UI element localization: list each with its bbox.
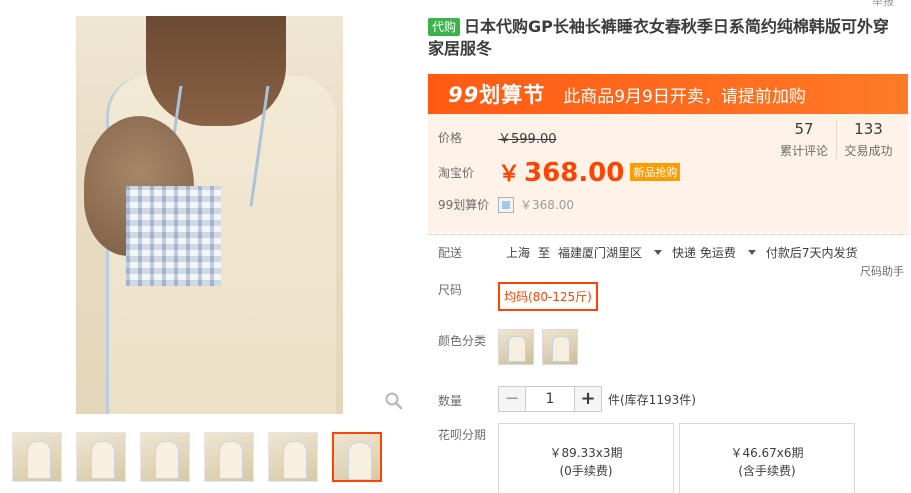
daigou-badge: 代购 [428,18,461,36]
shipping-label: 配送 [438,246,463,260]
product-title-text: 日本代购GP长袖长裤睡衣女春秋季日系简约纯棉韩版可外穿家居服冬 [428,17,889,58]
delivery-select[interactable]: 快递 免运费 [672,244,766,261]
price-label: 价格 [438,131,463,145]
chevron-down-icon [654,250,663,255]
broken-image-icon [498,196,514,213]
product-page: 举报 代购 日本代购GP长袖长裤睡衣女春秋季日系简约纯棉韩版可外穿家居服冬 99划… [0,0,911,493]
installment-option-1[interactable]: ￥89.33x3期 (0手续费) [498,423,674,493]
quantity-stepper: − 1 + 件(库存1193件) [498,386,696,412]
sales-stats: 57 累计评论 133 交易成功 [772,120,900,159]
size-option-selected[interactable]: 均码(80-125斤) [498,282,598,311]
color-label: 颜色分类 [438,334,487,348]
thumbnail-5[interactable] [268,432,318,482]
promo-banner: 99划算节 此商品9月9日开卖，请提前加购 [428,74,908,114]
color-swatch-2[interactable] [542,329,578,365]
quantity-input[interactable]: 1 [526,386,574,412]
destination-select[interactable]: 福建厦门湖里区 [558,244,672,261]
ship-to-word: 至 [538,246,551,260]
promo-message: 此商品9月9日开卖，请提前加购 [563,86,806,107]
sales-count-number: 133 [854,120,883,138]
color-row: 颜色分类 [438,332,498,349]
installment-label: 花呗分期 [438,428,487,442]
product-title: 代购 日本代购GP长袖长裤睡衣女春秋季日系简约纯棉韩版可外穿家居服冬 [428,16,903,60]
installment-fee: (0手续费) [559,464,613,478]
color-swatches [498,329,586,365]
installment-option-2[interactable]: ￥46.67x6期 (含手续费) [679,423,855,493]
taobao-price-label: 淘宝价 [438,165,475,180]
promo-logo-number: 99 [448,83,480,107]
shipping-row: 配送 上海 至 福建厦门湖里区 快递 免运费 付款后7天内发货 [438,244,866,261]
thumbnail-2[interactable] [76,432,126,482]
sales-count-caption: 交易成功 [844,144,893,158]
new-item-badge: 新品抢购 [630,163,681,181]
promo-logo-text: 划算节 [479,83,546,107]
taobao-price: ￥ 368.00 [498,156,624,188]
review-count-number: 57 [794,120,814,138]
review-count[interactable]: 57 累计评论 [772,120,836,159]
installment-row: 花呗分期 [438,426,498,443]
installment-amount: ￥89.33x3期 [549,446,623,460]
promo-logo: 99划算节 [428,79,545,109]
dispatch-time: 付款后7天内发货 [765,246,858,260]
thumbnail-3[interactable] [140,432,190,482]
quantity-minus-button[interactable]: − [498,386,526,412]
review-count-caption: 累计评论 [779,144,828,158]
installment-amount: ￥46.67x6期 [730,446,804,460]
installment-fee: (含手续费) [738,464,796,478]
delivery-text: 快递 免运费 [672,246,736,260]
stock-count: 件(库存1193件) [608,392,696,407]
quantity-plus-button[interactable]: + [574,386,602,412]
event-price: ￥368.00 [520,198,574,212]
thumbnail-1[interactable] [12,432,62,482]
taobao-price-value: 368.00 [524,158,625,188]
size-label: 尺码 [438,283,463,297]
chevron-down-icon [747,250,756,255]
magnifier-icon[interactable] [385,392,403,410]
currency-symbol: ￥ [498,162,521,187]
thumbnail-6[interactable] [332,432,382,482]
color-swatch-1[interactable] [498,329,534,365]
destination-text: 福建厦门湖里区 [558,246,643,260]
quantity-label-row: 数量 [438,392,498,409]
event-price-label: 99划算价 [438,198,490,212]
divider [428,234,908,235]
size-helper-link[interactable]: 尺码助手 [860,263,904,279]
quantity-label: 数量 [438,394,463,408]
price-panel: 价格 ￥599.00 淘宝价 ￥ 368.00 新品抢购 99划算价 ￥368.0… [428,114,908,234]
thumbnail-strip [12,432,382,482]
main-product-image[interactable] [76,16,343,414]
report-link[interactable]: 举报 [872,0,894,9]
ship-from: 上海 [506,246,531,260]
original-price: ￥599.00 [498,132,557,147]
thumbnail-4[interactable] [204,432,254,482]
sales-count: 133 交易成功 [836,120,900,159]
size-row: 尺码 [438,281,498,298]
